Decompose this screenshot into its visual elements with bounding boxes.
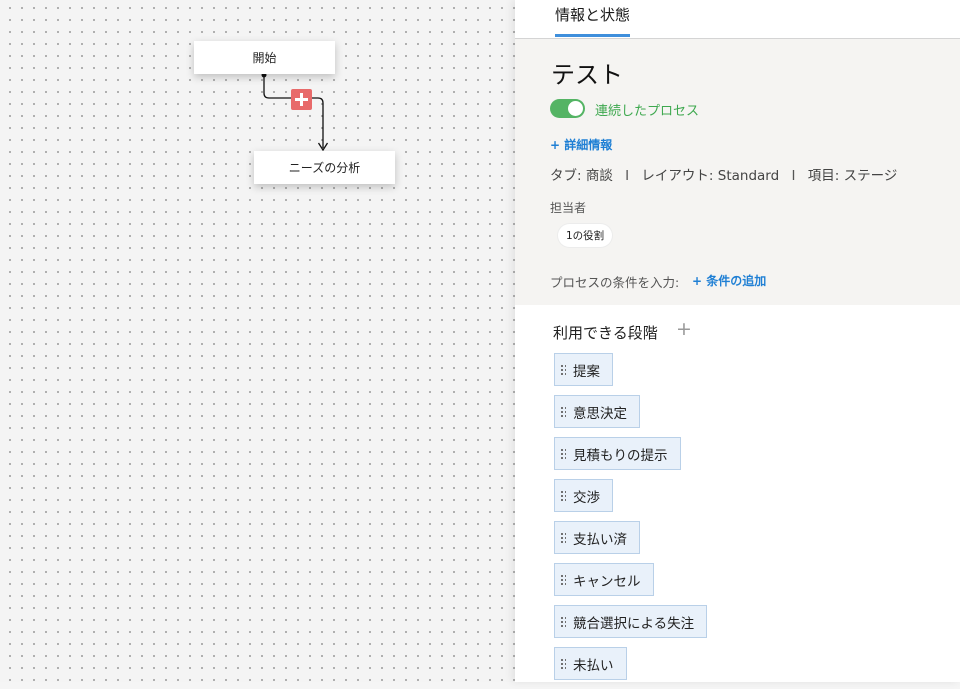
process-info-panel: 情報と状態 テスト 連続したプロセス + 詳細情報 タブ: 商談 I レイアウト…: [515, 0, 960, 682]
tab-bar: 情報と状態: [515, 0, 960, 39]
stage-item[interactable]: 意思決定: [554, 395, 640, 428]
more-info-link[interactable]: + 詳細情報: [550, 136, 612, 153]
add-step-plus-icon[interactable]: [291, 89, 312, 110]
flow-node-start-label: 開始: [252, 51, 277, 65]
flow-node-needs-analysis-label: ニーズの分析: [288, 161, 361, 175]
drag-handle-icon[interactable]: [560, 406, 566, 417]
stage-label: 未払い: [573, 657, 614, 674]
stage-item[interactable]: 提案: [554, 353, 613, 386]
meta-tab: タブ: 商談: [550, 168, 613, 184]
drag-handle-icon[interactable]: [560, 616, 566, 627]
stage-label: 競合選択による失注: [573, 615, 695, 632]
connector-line: [263, 75, 324, 148]
stage-label: 提案: [573, 363, 600, 380]
stage-item[interactable]: 交渉: [554, 479, 613, 512]
meta-field: 項目: ステージ: [807, 168, 898, 184]
drag-handle-icon[interactable]: [560, 364, 566, 375]
stage-label: 支払い済: [573, 531, 627, 548]
role-pill[interactable]: 1の役割: [558, 224, 613, 247]
stage-item[interactable]: キャンセル: [554, 563, 654, 596]
tab-info-and-status[interactable]: 情報と状態: [555, 4, 631, 37]
stage-list: 提案 意思決定 見積もりの提示 交渉 支払い済 キャンセル 競合選択による失注: [554, 353, 708, 689]
meta-separator: I: [791, 168, 796, 184]
available-stages-header: 利用できる段階: [553, 324, 658, 342]
owner-label: 担当者: [550, 201, 587, 215]
flow-node-start[interactable]: 開始: [194, 41, 335, 74]
process-meta: タブ: 商談 I レイアウト: Standard I 項目: ステージ: [550, 164, 897, 184]
process-title: テスト: [551, 61, 623, 89]
stage-item[interactable]: 競合選択による失注: [554, 605, 708, 638]
flow-connector: [261, 72, 329, 152]
drag-handle-icon[interactable]: [560, 532, 566, 543]
connector-arrowhead: [317, 142, 329, 152]
drag-handle-icon[interactable]: [560, 658, 566, 669]
sequential-process-label: 連続したプロセス: [595, 104, 700, 119]
process-info-section: 情報と状態 テスト 連続したプロセス + 詳細情報 タブ: 商談 I レイアウト…: [515, 0, 960, 305]
stage-label: 交渉: [573, 489, 600, 506]
add-condition-link[interactable]: + 条件の追加: [692, 272, 766, 289]
stage-item[interactable]: 未払い: [554, 647, 627, 680]
meta-layout: レイアウト: Standard: [641, 168, 780, 184]
sequential-process-toggle[interactable]: [550, 99, 585, 118]
drag-handle-icon[interactable]: [560, 448, 566, 459]
stage-label: 意思決定: [573, 405, 627, 422]
flow-node-needs-analysis[interactable]: ニーズの分析: [254, 151, 395, 184]
add-stage-plus-icon[interactable]: +: [676, 318, 692, 340]
condition-label: プロセスの条件を入力:: [550, 275, 680, 290]
process-canvas[interactable]: 開始 ニーズの分析: [0, 0, 515, 682]
stage-label: 見積もりの提示: [573, 447, 668, 464]
drag-handle-icon[interactable]: [560, 574, 566, 585]
stage-label: キャンセル: [573, 573, 641, 590]
stage-item[interactable]: 見積もりの提示: [554, 437, 681, 470]
drag-handle-icon[interactable]: [560, 490, 566, 501]
meta-separator: I: [625, 168, 630, 184]
stage-item[interactable]: 支払い済: [554, 521, 640, 554]
